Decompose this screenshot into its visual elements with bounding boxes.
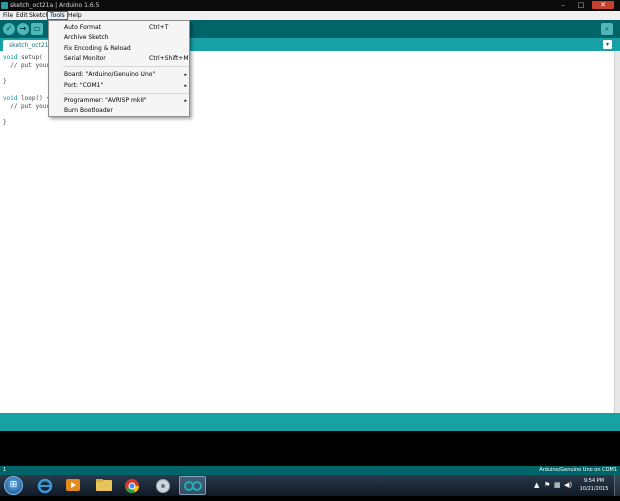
show-desktop-button[interactable] <box>614 475 620 496</box>
tray-expand-icon[interactable]: ▲ <box>534 481 539 489</box>
taskbar-media-player-icon[interactable] <box>59 476 86 495</box>
keyword: void <box>3 54 18 61</box>
footer-bar: 1 Arduino/Genuino Uno on COM1 <box>0 466 620 475</box>
menu-item-fix-encoding[interactable]: Fix Encoding & Reload <box>64 44 188 54</box>
submenu-arrow-icon: ▸ <box>184 98 187 104</box>
code-line: } <box>3 119 7 126</box>
tray-network-icon[interactable]: ▦ <box>554 481 561 489</box>
menu-item-label: Serial Monitor <box>64 55 106 62</box>
menu-item-archive-sketch[interactable]: Archive Sketch <box>64 33 188 43</box>
tray-volume-icon[interactable]: ◀) <box>564 481 572 489</box>
tray-flag-icon[interactable]: ⚑ <box>544 481 550 489</box>
menu-item-burn-bootloader[interactable]: Burn Bootloader <box>64 106 188 116</box>
code-text: setup( <box>17 54 43 61</box>
console-output <box>0 431 620 466</box>
new-sketch-button[interactable]: ▭ <box>31 23 43 35</box>
arduino-app-icon <box>1 2 8 9</box>
clock-time: 9:54 PM <box>583 478 605 484</box>
minimize-button[interactable]: – <box>556 1 570 9</box>
close-button[interactable]: ✕ <box>592 1 614 9</box>
editor-scrollbar[interactable] <box>614 51 620 413</box>
taskbar-ie-icon[interactable] <box>31 476 58 495</box>
status-bar <box>0 413 620 431</box>
tab-menu-chevron-icon[interactable]: ▾ <box>603 40 612 49</box>
menu-tools[interactable]: Tools <box>47 11 68 20</box>
menu-item-label: Auto Format <box>64 24 101 31</box>
menu-item-label: Port: "COM1" <box>64 82 104 89</box>
taskbar-app-icon[interactable] <box>149 476 176 495</box>
submenu-arrow-icon: ▸ <box>184 72 187 78</box>
line-number: 1 <box>3 467 7 473</box>
board-port-status: Arduino/Genuino Uno on COM1 <box>539 467 617 473</box>
start-button[interactable]: ⊞ <box>4 476 23 495</box>
taskbar: ⊞ ▲ ⚑ ▦ ◀) 9:54 PM 10/21/2015 <box>0 475 620 496</box>
menu-item-shortcut: Ctrl+T <box>149 24 169 31</box>
window-title-bar: sketch_oct21a | Arduino 1.6.5 – □ ✕ <box>0 0 620 11</box>
maximize-button[interactable]: □ <box>574 1 588 9</box>
clock-date: 10/21/2015 <box>579 486 609 492</box>
code-line: void loop() { <box>3 95 50 102</box>
menu-item-label: Board: "Arduino/Genuino Uno" <box>64 71 156 78</box>
submenu-arrow-icon: ▸ <box>184 83 187 89</box>
code-line: // put your <box>3 62 50 69</box>
menu-item-board[interactable]: Board: "Arduino/Genuino Uno" ▸ <box>64 70 188 80</box>
menu-item-auto-format[interactable]: Auto Format Ctrl+T <box>64 23 188 33</box>
menu-file[interactable]: File <box>1 11 15 20</box>
serial-monitor-button[interactable]: ⌕ <box>601 23 613 35</box>
menu-separator <box>63 66 189 67</box>
taskbar-chrome-icon[interactable] <box>118 476 145 495</box>
menu-help[interactable]: Help <box>66 11 84 20</box>
upload-button[interactable]: → <box>17 23 29 35</box>
menu-item-label: Programmer: "AVRISP mkII" <box>64 97 147 104</box>
window-title: sketch_oct21a | Arduino 1.6.5 <box>10 2 100 9</box>
tools-dropdown-menu: Auto Format Ctrl+T Archive Sketch Fix En… <box>48 20 190 117</box>
keyword: void <box>3 95 18 102</box>
taskbar-arduino-icon[interactable] <box>179 476 206 495</box>
menu-bar: File Edit Sketch Tools Help <box>0 11 620 20</box>
menu-item-programmer[interactable]: Programmer: "AVRISP mkII" ▸ <box>64 96 188 106</box>
code-line: } <box>3 78 7 85</box>
verify-button[interactable]: ✓ <box>3 23 15 35</box>
menu-item-port[interactable]: Port: "COM1" ▸ <box>64 81 188 91</box>
taskbar-folder-icon[interactable] <box>90 476 117 495</box>
code-text: loop() { <box>17 95 50 102</box>
menu-separator <box>63 93 189 94</box>
code-line: // put your <box>3 103 50 110</box>
menu-item-shortcut: Ctrl+Shift+M <box>149 55 189 62</box>
code-line: void setup( <box>3 54 43 61</box>
menu-item-serial-monitor[interactable]: Serial Monitor Ctrl+Shift+M <box>64 54 189 64</box>
taskbar-clock[interactable]: 9:54 PM 10/21/2015 <box>576 477 612 493</box>
